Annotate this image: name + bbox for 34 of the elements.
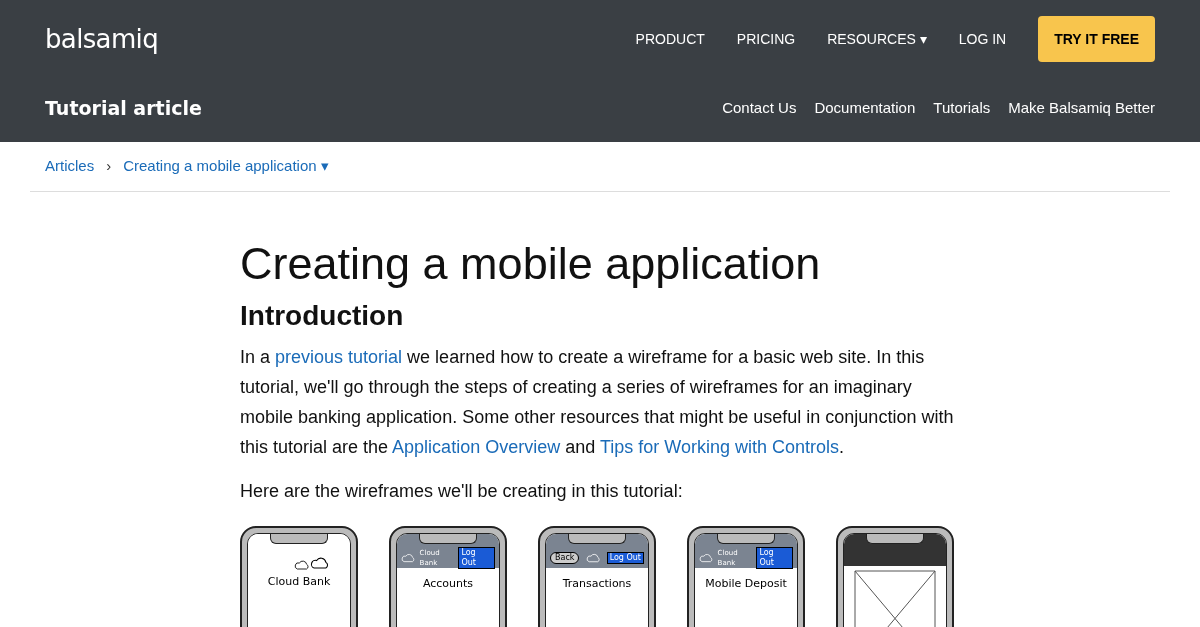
subnav-link[interactable]: Tutorials [933, 96, 991, 120]
section-heading: Introduction [240, 299, 405, 333]
breadcrumb-link[interactable]: Articles [45, 155, 95, 178]
screen-title: Accounts [422, 576, 474, 592]
subnav-link[interactable]: Documentation [814, 96, 916, 120]
app-name: Cloud Bank [267, 574, 331, 590]
nav-link[interactable]: PRICING [736, 28, 796, 50]
paragraph: In a previous tutorial we learned how to create a wireframe for a basic web site. In this tutorial, we'll go through the steps of creating a series of wireframes for an imaginary mobile banking application. Some other resources that might be useful in conjunction with this tutorial are the Application Overview and Tips for Working with Controls. [240, 346, 955, 459]
logout-button[interactable]: Log Out [458, 547, 495, 569]
logo[interactable]: balsamiq [45, 19, 158, 59]
text-link[interactable]: Tips for Working with Controls [599, 437, 839, 457]
cloud-icon [401, 553, 416, 563]
section-title: Tutorial article [45, 95, 202, 121]
paragraph: Here are the wireframes we'll be creating in this tutorial: [240, 480, 684, 503]
screen-title: Mobile Deposit [705, 576, 787, 592]
subnav-link[interactable]: Make Balsamiq Better [1008, 96, 1155, 120]
breadcrumb-separator: › [106, 156, 112, 177]
nav-link[interactable]: PRODUCT [635, 28, 705, 50]
article-title: Creating a mobile application [240, 238, 822, 290]
cloud-icon [699, 553, 714, 563]
screen-title: Transactions [562, 576, 632, 592]
nav-link[interactable]: RESOURCES ▾ [827, 28, 927, 50]
cloud-icon [294, 560, 310, 570]
back-button[interactable]: Back [550, 552, 580, 564]
logout-button[interactable]: Log Out [756, 547, 793, 569]
text-link[interactable]: Application Overview [392, 437, 561, 457]
cloud-icon [310, 556, 330, 570]
cloud-icon [585, 553, 601, 563]
breadcrumb-link[interactable]: Creating a mobile application ▾ [123, 155, 329, 178]
text-link[interactable]: previous tutorial [275, 347, 403, 367]
subnav-link[interactable]: Contact Us [722, 96, 797, 120]
logout-button[interactable]: Log Out [606, 552, 644, 564]
try-free-button[interactable]: TRY IT FREE [1038, 16, 1155, 62]
nav-link[interactable]: LOG IN [958, 28, 1007, 50]
